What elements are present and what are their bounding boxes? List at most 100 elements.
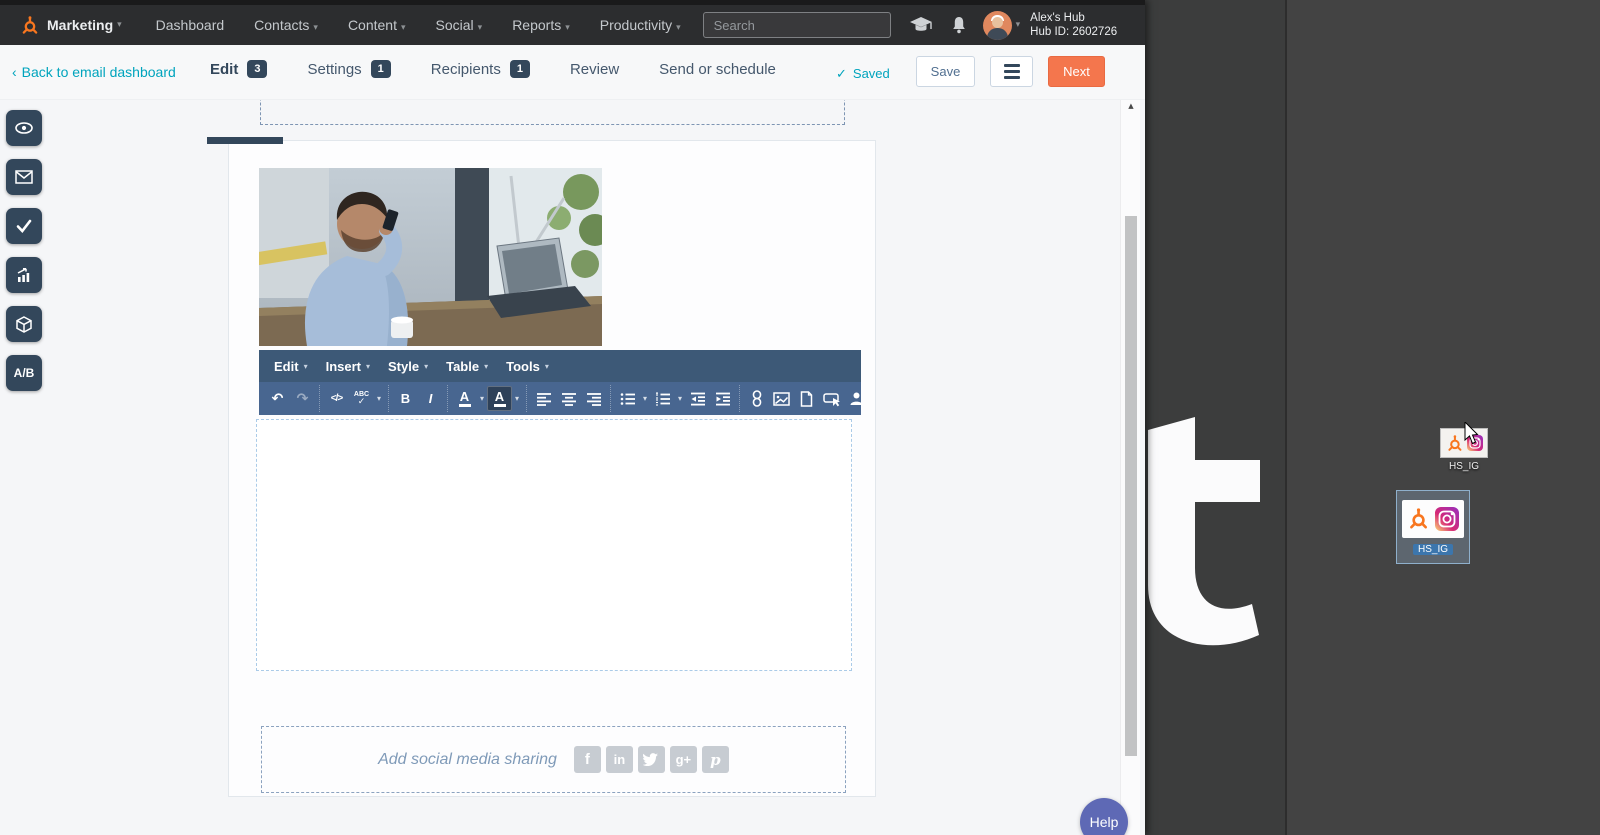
- image-icon[interactable]: [769, 386, 794, 411]
- background-color-caret-icon[interactable]: ▾: [512, 394, 522, 403]
- rte-menu-table[interactable]: Table▾: [437, 359, 497, 374]
- tab-send-or-schedule[interactable]: Send or schedule: [659, 61, 776, 78]
- notifications-bell-icon[interactable]: [951, 16, 967, 34]
- align-center-icon[interactable]: [556, 386, 581, 411]
- bullet-list-caret-icon[interactable]: ▾: [640, 394, 650, 403]
- align-right-icon[interactable]: [581, 386, 606, 411]
- instagram-icon: [1435, 507, 1459, 531]
- rail-email-button[interactable]: [6, 159, 42, 195]
- check-icon: ✓: [836, 67, 847, 82]
- nav-brand-marketing[interactable]: Marketing: [47, 17, 113, 33]
- background-color-icon[interactable]: A: [487, 386, 512, 411]
- academy-cap-icon[interactable]: [909, 16, 933, 34]
- personalize-icon[interactable]: [844, 386, 869, 411]
- link-icon[interactable]: [744, 386, 769, 411]
- account-hub-id: Hub ID: 2602726: [1030, 25, 1117, 39]
- rich-text-editor: Edit▾ Insert▾ Style▾ Table▾ Tools▾ ↶ ↷ <…: [259, 350, 861, 415]
- nav-item-reports[interactable]: Reports▾: [512, 17, 570, 33]
- editor-tabs: Edit 3 Settings 1 Recipients 1 Review Se…: [210, 60, 816, 78]
- caret-down-icon: ▾: [676, 23, 681, 33]
- caret-down-icon: ▾: [484, 362, 488, 371]
- outdent-icon[interactable]: [685, 386, 710, 411]
- nav-item-social[interactable]: Social▾: [436, 17, 483, 33]
- numbered-list-caret-icon[interactable]: ▾: [675, 394, 685, 403]
- rte-menu-style[interactable]: Style▾: [379, 359, 437, 374]
- spellcheck-caret-icon[interactable]: ▾: [374, 394, 384, 403]
- search-input[interactable]: [703, 12, 891, 38]
- redo-icon[interactable]: ↷: [290, 386, 315, 411]
- social-sharing-module[interactable]: Add social media sharing f in g+ p: [261, 726, 846, 793]
- google-plus-icon: g+: [670, 746, 697, 773]
- hubspot-sprocket-logo[interactable]: [20, 16, 39, 35]
- twitter-icon: [638, 746, 665, 773]
- call-to-action-icon[interactable]: [819, 386, 844, 411]
- rail-preview-button[interactable]: [6, 110, 42, 146]
- avatar[interactable]: [983, 11, 1012, 40]
- nav-item-content[interactable]: Content▾: [348, 17, 406, 33]
- desktop-right-pane: [1285, 0, 1600, 835]
- numbered-list-icon[interactable]: [650, 386, 675, 411]
- top-navigation-bar: Marketing ▾ Dashboard Contacts▾ Content▾…: [0, 0, 1145, 45]
- tab-settings-badge: 1: [371, 60, 391, 78]
- email-hero-image[interactable]: [259, 168, 602, 346]
- nav-item-contacts[interactable]: Contacts▾: [254, 17, 318, 33]
- caret-down-icon: ▾: [366, 362, 370, 371]
- back-chevron-icon: ‹: [12, 64, 17, 80]
- file-icon[interactable]: [794, 386, 819, 411]
- save-button[interactable]: Save: [916, 56, 975, 87]
- caret-down-icon: ▾: [565, 23, 570, 33]
- screen: HS_IG: [0, 0, 1600, 835]
- rte-menu-edit[interactable]: Edit▾: [265, 359, 317, 374]
- performance-chart-icon: [16, 267, 32, 283]
- avatar-body: [987, 28, 1008, 40]
- scroll-up-arrow-icon[interactable]: ▲: [1121, 102, 1141, 116]
- social-sharing-prompt: Add social media sharing: [378, 751, 557, 769]
- rail-performance-button[interactable]: [6, 257, 42, 293]
- font-color-caret-icon[interactable]: ▾: [477, 394, 487, 403]
- indent-icon[interactable]: [710, 386, 735, 411]
- scrollbar-track[interactable]: ▲: [1120, 100, 1140, 835]
- rte-menubar: Edit▾ Insert▾ Style▾ Table▾ Tools▾: [259, 350, 861, 382]
- next-button[interactable]: Next: [1048, 56, 1105, 87]
- align-left-icon[interactable]: [531, 386, 556, 411]
- account-info[interactable]: Alex's Hub Hub ID: 2602726: [1030, 11, 1117, 39]
- tab-edit[interactable]: Edit 3: [210, 60, 267, 78]
- bold-icon[interactable]: B: [393, 386, 418, 411]
- source-code-icon[interactable]: </>: [324, 386, 349, 411]
- tab-review[interactable]: Review: [570, 61, 619, 78]
- caret-down-icon: ▾: [313, 23, 318, 33]
- tab-settings[interactable]: Settings 1: [307, 60, 390, 78]
- pinterest-icon: p: [702, 746, 729, 773]
- rte-menu-tools[interactable]: Tools▾: [497, 359, 558, 374]
- rail-modules-button[interactable]: [6, 306, 42, 342]
- desktop-icon-large-selected[interactable]: HS_IG: [1396, 490, 1470, 564]
- undo-icon[interactable]: ↶: [265, 386, 290, 411]
- rail-optimize-button[interactable]: [6, 208, 42, 244]
- mouse-cursor: [1464, 422, 1480, 446]
- back-to-dashboard-link[interactable]: ‹Back to email dashboard: [12, 64, 176, 80]
- scrollbar-thumb[interactable]: [1125, 216, 1137, 756]
- italic-icon[interactable]: I: [418, 386, 443, 411]
- nav-item-productivity[interactable]: Productivity▾: [600, 17, 681, 33]
- checkmark-icon: [16, 219, 32, 233]
- tab-recipients[interactable]: Recipients 1: [431, 60, 530, 78]
- browser-window: Marketing ▾ Dashboard Contacts▾ Content▾…: [0, 0, 1145, 835]
- caret-down-icon[interactable]: ▾: [1016, 20, 1021, 30]
- more-actions-menu-button[interactable]: [990, 56, 1033, 87]
- modules-cube-icon: [16, 316, 32, 333]
- hamburger-icon: [1004, 64, 1020, 67]
- tab-recipients-badge: 1: [510, 60, 530, 78]
- rte-toolbar: ↶ ↷ </> ABC ✓ ▾ B I: [259, 382, 861, 415]
- rte-menu-insert[interactable]: Insert▾: [317, 359, 379, 374]
- linkedin-icon: in: [606, 746, 633, 773]
- spellcheck-icon[interactable]: ABC ✓: [349, 386, 374, 411]
- email-body-card: Edit▾ Insert▾ Style▾ Table▾ Tools▾ ↶ ↷ <…: [228, 140, 876, 797]
- hubspot-sprocket-icon: [1407, 508, 1429, 530]
- font-color-icon[interactable]: A: [452, 386, 477, 411]
- rail-ab-test-button[interactable]: A/B: [6, 355, 42, 391]
- caret-down-icon[interactable]: ▾: [117, 20, 122, 30]
- email-text-editing-area[interactable]: [256, 419, 852, 671]
- nav-item-dashboard[interactable]: Dashboard: [156, 17, 225, 33]
- tab-edit-badge: 3: [247, 60, 267, 78]
- bullet-list-icon[interactable]: [615, 386, 640, 411]
